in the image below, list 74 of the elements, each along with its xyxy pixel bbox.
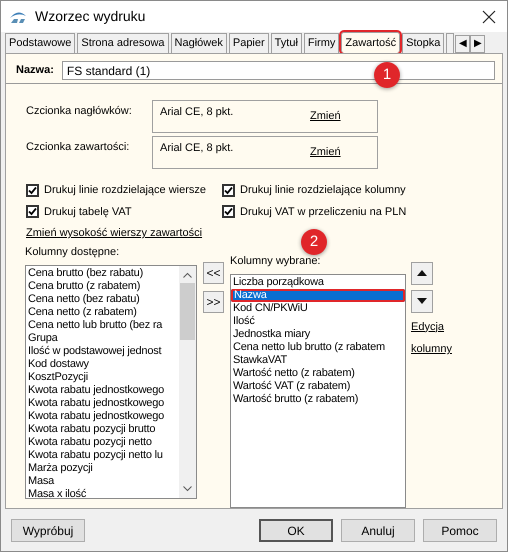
change-font-link[interactable]: Zmień	[310, 108, 341, 124]
list-item[interactable]: Kwota rabatu jednostkowego	[28, 410, 179, 423]
checkbox-label: Drukuj VAT w przeliczeniu na PLN	[240, 204, 406, 220]
scroll-up-icon[interactable]	[183, 272, 192, 278]
list-item[interactable]: Cena netto (bez rabatu)	[28, 293, 179, 306]
font-value: Arial CE, 8 pkt.	[160, 141, 234, 156]
checkbox-label: Drukuj linie rozdzielające wiersze	[44, 183, 206, 198]
selected-columns-label: Kolumny wybrane:	[230, 254, 322, 268]
list-item[interactable]: Kwota rabatu jednostkowego	[28, 397, 179, 410]
list-item[interactable]: Masa x ilość	[28, 488, 179, 498]
checkbox[interactable]	[222, 205, 235, 218]
list-item[interactable]: Jednostka miary	[231, 328, 405, 341]
app-logo-icon	[9, 10, 27, 24]
list-item[interactable]: Masa	[28, 475, 179, 488]
list-item[interactable]: Grupa	[28, 332, 179, 345]
list-item[interactable]: Nazwa	[231, 289, 405, 302]
move-down-button[interactable]	[411, 290, 433, 312]
edit-columns-link[interactable]: Edycja	[411, 318, 444, 335]
move-button[interactable]: >>	[203, 290, 224, 312]
font-value: Arial CE, 8 pkt.	[160, 105, 234, 120]
move-up-button[interactable]	[411, 262, 433, 284]
move-button[interactable]: <<	[203, 262, 224, 284]
change-font-link[interactable]: Zmień	[310, 144, 341, 160]
list-item[interactable]: Kwota rabatu pozycji netto lu	[28, 449, 179, 462]
list-item[interactable]: Cena brutto (z rabatem)	[28, 280, 179, 293]
scrollbar[interactable]	[179, 266, 196, 498]
list-item[interactable]: Kwota rabatu jednostkowego	[28, 384, 179, 397]
tab[interactable]: Zawartość	[341, 32, 400, 53]
scrollbar-thumb[interactable]	[180, 283, 195, 340]
list-item[interactable]: Liczba porządkowa	[231, 276, 405, 289]
list-item[interactable]: Kwota rabatu pozycji netto	[28, 436, 179, 449]
dialog-button[interactable]: Anuluj	[341, 519, 415, 542]
down-triangle-icon	[417, 298, 427, 304]
list-item[interactable]: Kod dostawy	[28, 358, 179, 371]
tab[interactable]: Firmy	[304, 33, 340, 53]
dialog-button[interactable]: OK	[259, 519, 333, 542]
row-height-link[interactable]: Zmień wysokość wierszy zawartości	[26, 225, 202, 242]
up-triangle-icon	[417, 270, 427, 276]
list-item[interactable]: StawkaVAT	[231, 354, 405, 367]
font-label: Czcionka nagłówków:	[26, 104, 133, 119]
tab[interactable]: Tytuł	[270, 33, 302, 53]
tab-scroll-button[interactable]: ◀	[455, 35, 470, 53]
list-item[interactable]: Cena netto lub brutto (bez ra	[28, 319, 179, 332]
list-item[interactable]: KosztPozycji	[28, 371, 179, 384]
tab[interactable]: Strona adresowa	[77, 33, 169, 53]
dialog-button[interactable]: Pomoc	[423, 519, 497, 542]
window-title: Wzorzec wydruku	[35, 7, 146, 26]
scroll-down-icon[interactable]	[183, 486, 192, 492]
list-item[interactable]: Ilość w podstawowej jednost	[28, 345, 179, 358]
checkbox-label: Drukuj tabelę VAT	[44, 204, 132, 220]
checkbox-label: Drukuj linie rozdzielające kolumny	[240, 183, 406, 198]
available-columns-label: Kolumny dostępne:	[25, 244, 120, 260]
list-item[interactable]: Cena netto lub brutto (z rabatem	[231, 341, 405, 354]
checkbox[interactable]	[26, 184, 39, 197]
tab[interactable]: Stopka	[402, 33, 444, 53]
list-item[interactable]: Wartość netto (z rabatem)	[231, 367, 405, 380]
list-item[interactable]: Wartość VAT (z rabatem)	[231, 380, 405, 393]
list-item[interactable]: Ilość	[231, 315, 405, 328]
tab-scroll-button[interactable]: ▶	[470, 35, 486, 53]
dialog-button[interactable]: Wypróbuj	[11, 519, 85, 542]
list-item[interactable]: Cena netto (z rabatem)	[28, 306, 179, 319]
tab[interactable]: Nagłówek	[170, 33, 227, 53]
checkbox[interactable]	[26, 205, 39, 218]
name-label: Nazwa:	[16, 63, 54, 78]
list-item[interactable]: Marża pozycji	[28, 462, 179, 475]
font-label: Czcionka zawartości:	[26, 140, 130, 155]
list-item[interactable]: Kwota rabatu pozycji brutto	[28, 423, 179, 436]
checkbox[interactable]	[222, 184, 235, 197]
list-item[interactable]: Wartość brutto (z rabatem)	[231, 393, 405, 406]
list-item[interactable]: Cena brutto (bez rabatu)	[28, 267, 179, 280]
tab[interactable]: Podstawowe	[5, 33, 76, 53]
edit-columns-link[interactable]: kolumny	[411, 341, 452, 358]
list-item[interactable]: Kod CN/PKWiU	[231, 302, 405, 315]
tab[interactable]: Papier	[228, 33, 269, 53]
